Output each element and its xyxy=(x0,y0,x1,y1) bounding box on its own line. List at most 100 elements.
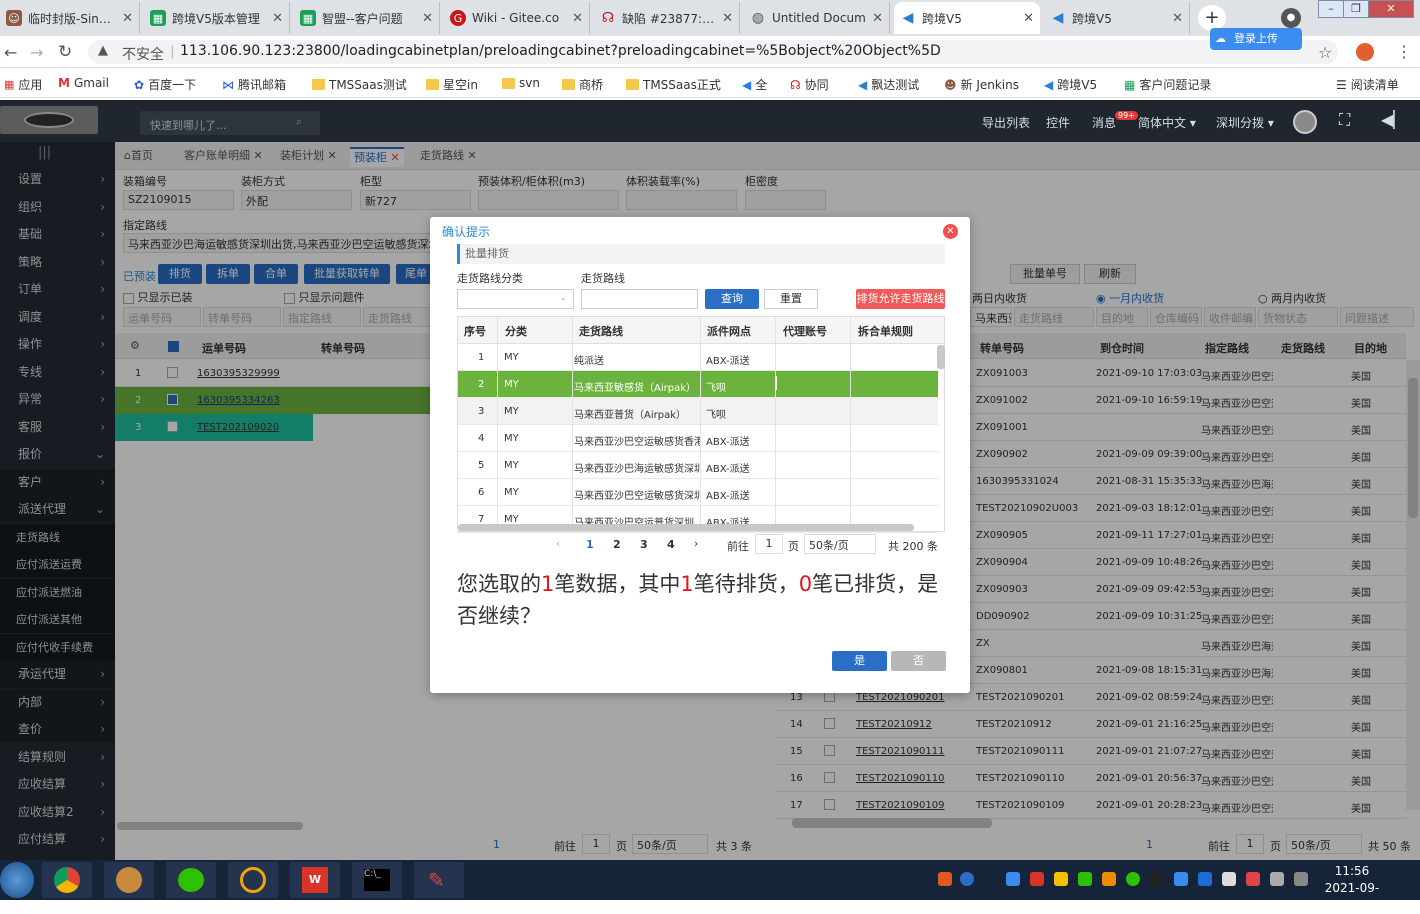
search-icon[interactable]: ⌕ xyxy=(296,115,302,129)
menu-dots-icon[interactable]: ⋮ xyxy=(1396,42,1412,61)
sogou-tray-icon[interactable] xyxy=(938,872,952,886)
language-select[interactable]: 简体中文 ▾ xyxy=(1138,114,1196,131)
chrome-taskbar-icon[interactable] xyxy=(42,862,92,898)
close-icon[interactable]: ✕ xyxy=(872,11,883,26)
start-button[interactable] xyxy=(0,862,34,898)
prev-page-button[interactable]: ‹ xyxy=(556,537,560,550)
controls-link[interactable]: 控件 xyxy=(1046,114,1070,131)
route-row[interactable]: 6 MY 马来西亚沙巴空运敏感货深圳 ABX-派送 xyxy=(458,479,938,506)
extension-icon[interactable] xyxy=(1356,43,1374,61)
bookmark-tmssaas-test[interactable]: TMSSaas测试 xyxy=(312,76,407,93)
close-icon[interactable]: ✕ xyxy=(1172,11,1183,26)
bookmark-issues[interactable]: ▦ 客户问题记录 xyxy=(1124,76,1211,93)
back-icon[interactable]: ← xyxy=(4,43,17,62)
browser-tab-5[interactable]: ☊ 缺陷 #23877: 新 ✕ xyxy=(594,2,740,34)
goto-page-input[interactable]: 1 xyxy=(755,534,783,554)
close-icon[interactable]: ✕ xyxy=(1023,11,1034,26)
bookmark-gmail[interactable]: M Gmail xyxy=(58,76,109,90)
message-badge: 99+ xyxy=(1115,111,1138,120)
wps-taskbar-icon[interactable]: W xyxy=(290,862,340,898)
yes-button[interactable]: 是 xyxy=(832,651,887,671)
bookmark-shangqiao[interactable]: 商桥 xyxy=(562,76,603,93)
export-list-link[interactable]: 导出列表 xyxy=(982,114,1030,131)
wechat-tray-icon[interactable] xyxy=(1126,872,1140,886)
page-1[interactable]: 1 xyxy=(586,538,594,551)
bookmark-apps[interactable]: ▦ 应用 xyxy=(4,76,42,93)
maximize-button[interactable]: ❐ xyxy=(1343,0,1369,18)
wechat-taskbar-icon[interactable] xyxy=(166,862,216,898)
close-icon[interactable]: ✕ xyxy=(572,11,583,26)
close-icon[interactable]: ✕ xyxy=(272,11,283,26)
page-size-select[interactable]: 50条/页 xyxy=(804,534,876,554)
browser-tab-3[interactable]: ▦ 智盟--客户问题 ✕ xyxy=(294,2,440,34)
bookmark-xietong[interactable]: ☊ 协同 xyxy=(790,76,829,93)
bookmark-baidu[interactable]: ✿ 百度一下 xyxy=(134,76,196,93)
browser-tab-4[interactable]: G Wiki - Gitee.co ✕ xyxy=(444,2,590,34)
page-3[interactable]: 3 xyxy=(640,538,648,551)
star-icon[interactable]: ☆ xyxy=(1318,43,1332,62)
bookmark-svn[interactable]: svn xyxy=(502,76,540,90)
page-2[interactable]: 2 xyxy=(613,538,621,551)
bookmark-kuajing[interactable]: ◀ 跨境V5 xyxy=(1044,76,1097,93)
tray-icon[interactable] xyxy=(1102,872,1116,886)
help-tray-icon[interactable] xyxy=(960,872,974,886)
wps-tray-icon[interactable] xyxy=(1030,872,1044,886)
editor-taskbar-icon[interactable]: ✎ xyxy=(414,862,464,898)
shield-tray-icon[interactable] xyxy=(1078,872,1092,886)
close-icon[interactable]: ✕ xyxy=(422,11,433,26)
page-4[interactable]: 4 xyxy=(667,538,675,551)
route-row[interactable]: 5 MY 马来西亚沙巴海运敏感货深圳 ABX-派送 xyxy=(458,452,938,479)
grid-hscroll[interactable] xyxy=(458,524,914,531)
bookmark-xingkong[interactable]: 星空in xyxy=(426,76,478,93)
browser-tab-2[interactable]: ▦ 跨境V5版本管理 ✕ xyxy=(144,2,290,34)
reload-icon[interactable]: ↻ xyxy=(58,42,72,62)
browser-tab-6[interactable]: ◍ Untitled Docum ✕ xyxy=(744,2,890,34)
forward-icon[interactable]: → xyxy=(30,43,43,62)
qq-tray-icon[interactable] xyxy=(1150,872,1164,886)
monkey-taskbar-icon[interactable] xyxy=(104,862,154,898)
user-avatar[interactable] xyxy=(1293,110,1317,134)
cloud-tray-icon[interactable] xyxy=(1006,872,1020,886)
query-button[interactable]: 查询 xyxy=(705,289,759,309)
network-tray-icon[interactable] xyxy=(1270,872,1284,886)
bookmark-reading-list[interactable]: ☰ 阅读清单 xyxy=(1336,76,1399,93)
tray-icon[interactable] xyxy=(1054,872,1068,886)
desktop-tray-icon[interactable] xyxy=(1294,872,1308,886)
profile-icon[interactable]: ● xyxy=(1281,8,1301,28)
reset-button[interactable]: 重置 xyxy=(764,289,818,309)
grid-vscroll[interactable] xyxy=(937,345,945,369)
fullscreen-icon[interactable]: ⛶ xyxy=(1339,110,1350,130)
minimize-button[interactable]: – xyxy=(1318,0,1344,18)
tray-icon[interactable] xyxy=(1174,872,1188,886)
browser-tab-7-active[interactable]: ◀ 跨境V5 ✕ xyxy=(894,2,1040,34)
bookmark-tmssaas-prod[interactable]: TMSSaas正式 xyxy=(626,76,721,93)
browser-taskbar-icon[interactable] xyxy=(228,862,278,898)
route-row[interactable]: 3 MY 马来西亚普货（Airpak） 飞呗 xyxy=(458,398,938,425)
next-page-button[interactable]: › xyxy=(694,537,698,550)
bookmark-tencent-mail[interactable]: ⋈ 腾讯邮箱 xyxy=(222,76,286,93)
printer-tray-icon[interactable] xyxy=(1222,872,1236,886)
close-icon[interactable]: ✕ xyxy=(943,224,958,239)
route-input[interactable] xyxy=(581,289,698,309)
allowed-route-button[interactable]: 排货允许走货路线 xyxy=(856,289,945,309)
close-icon[interactable]: ✕ xyxy=(722,11,733,26)
route-row[interactable]: 1 MY 纯派送 ABX-派送 xyxy=(458,344,938,371)
route-row-selected[interactable]: 2 MY 马来西亚敏感货（Airpak） 飞呗 xyxy=(458,371,938,398)
close-icon[interactable]: ✕ xyxy=(122,11,133,26)
messages-link[interactable]: 消息 xyxy=(1092,114,1116,131)
bookmark-piaoda[interactable]: ◀ 飘达测试 xyxy=(858,76,919,93)
collapse-icon[interactable]: ◀▏ xyxy=(1381,110,1406,129)
browser-tab-1[interactable]: ☺ 临时封版-Single ✕ xyxy=(0,2,140,34)
no-button[interactable]: 否 xyxy=(891,651,946,671)
branch-select[interactable]: 深圳分拨 ▾ xyxy=(1216,114,1274,131)
bookmark-jenkins[interactable]: ☻ 新 Jenkins xyxy=(944,76,1019,93)
route-row[interactable]: 4 MY 马来西亚沙巴空运敏感货香港 ABX-派送 xyxy=(458,425,938,452)
terminal-taskbar-icon[interactable]: C:\_ xyxy=(352,862,402,898)
volume-tray-icon[interactable] xyxy=(1246,872,1260,886)
browser-tab-8[interactable]: ◀ 跨境V5 ✕ xyxy=(1044,2,1190,34)
close-window-button[interactable]: ✕ xyxy=(1368,0,1414,18)
cloud-extension-button[interactable]: ☁ 登录上传 xyxy=(1210,28,1302,50)
bookmark-quan[interactable]: ◀ 全 xyxy=(742,76,767,93)
route-category-select[interactable]: ⌄ xyxy=(457,289,574,309)
tray-icon[interactable] xyxy=(1198,872,1212,886)
